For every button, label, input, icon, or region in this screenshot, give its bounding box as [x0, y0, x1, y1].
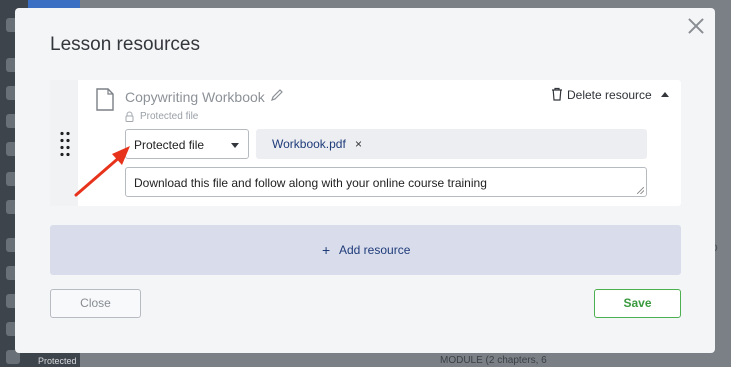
- background-protected-badge: Protected: [38, 356, 77, 366]
- description-text: Download this file and follow along with…: [134, 176, 487, 190]
- plus-icon: +: [322, 242, 331, 258]
- remove-file-icon[interactable]: ×: [355, 137, 362, 151]
- trash-icon: [552, 87, 562, 101]
- resize-grip-icon[interactable]: [637, 187, 644, 194]
- collapse-caret-icon[interactable]: [661, 92, 669, 97]
- drag-handle[interactable]: [50, 80, 78, 206]
- description-textarea[interactable]: Download this file and follow along with…: [125, 167, 647, 197]
- background-active-tab: [28, 0, 80, 8]
- modal-title: Lesson resources: [50, 34, 200, 55]
- pencil-icon[interactable]: [270, 88, 284, 102]
- delete-resource-label: Delete resource: [567, 88, 652, 102]
- file-attachment-area: Workbook.pdf ×: [256, 129, 647, 159]
- resource-type-select[interactable]: Protected file: [125, 129, 249, 159]
- file-name[interactable]: Workbook.pdf: [272, 137, 346, 151]
- file-icon: [96, 88, 114, 111]
- resource-type-value: Protected file: [134, 138, 205, 152]
- close-icon[interactable]: [686, 16, 706, 36]
- resource-subtitle: Protected file: [140, 111, 199, 122]
- add-resource-label: Add resource: [339, 243, 411, 257]
- lock-icon: [125, 111, 134, 122]
- close-button[interactable]: Close: [50, 289, 141, 318]
- lesson-resources-modal: Lesson resources Copywriting Workbook Pr…: [15, 8, 715, 353]
- drag-dots-icon: [59, 130, 71, 156]
- save-button[interactable]: Save: [594, 289, 681, 318]
- resource-title: Copywriting Workbook: [125, 89, 265, 105]
- resource-card: Copywriting Workbook Protected file Dele…: [50, 80, 681, 206]
- background-module-text: MODULE (2 chapters, 6: [440, 355, 547, 366]
- chevron-down-icon: [231, 143, 239, 148]
- add-resource-button[interactable]: + Add resource: [50, 225, 681, 275]
